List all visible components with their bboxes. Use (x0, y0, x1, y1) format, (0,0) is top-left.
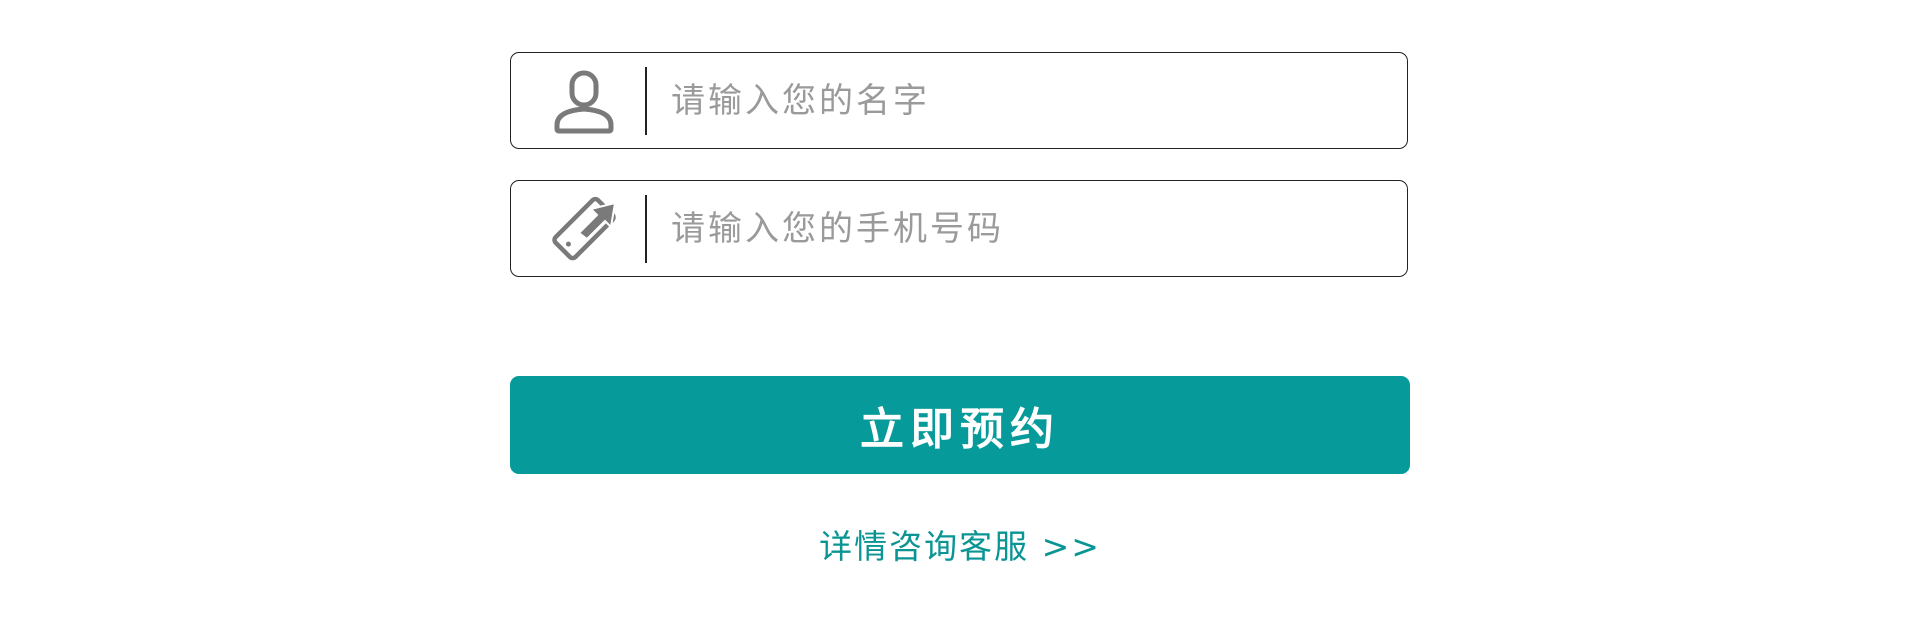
name-field[interactable]: 请输入您的名字 (510, 52, 1408, 149)
name-input[interactable] (671, 71, 1371, 131)
phone-call-icon (552, 196, 617, 261)
phone-field[interactable]: 请输入您的手机号码 (510, 180, 1408, 277)
phone-input[interactable] (671, 199, 1371, 259)
consult-service-link[interactable]: 详情咨询客服 >> (0, 520, 1920, 568)
field-divider (645, 195, 647, 263)
field-divider (645, 67, 647, 135)
user-icon (554, 70, 614, 134)
book-now-button[interactable]: 立即预约 (510, 376, 1410, 474)
